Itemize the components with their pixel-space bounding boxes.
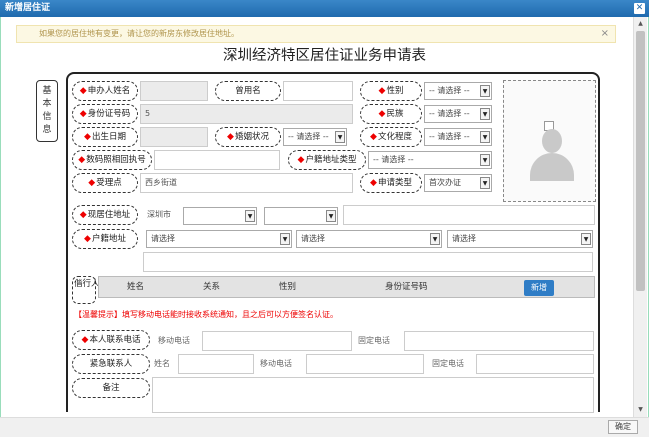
col-relation: 关系 (203, 282, 221, 292)
notice-close-icon[interactable]: × (601, 26, 609, 42)
dialog-footer (0, 417, 649, 437)
birth-date-input[interactable] (140, 127, 208, 147)
photo-receipt-input[interactable] (154, 150, 280, 170)
household-city-select[interactable]: 请选择 ▼ (296, 230, 442, 248)
scroll-thumb[interactable] (636, 31, 645, 291)
cohabitants-table-header: 姓名 关系 性别 身份证号码 (98, 276, 595, 298)
apply-type-label: ◆申请类型 (360, 173, 422, 193)
current-street-select[interactable]: ▼ (264, 207, 338, 225)
former-name-input[interactable] (283, 81, 353, 101)
ok-button[interactable]: 确定 (608, 420, 638, 434)
col-name: 姓名 (127, 282, 145, 292)
photo-receipt-label: ◆数码照相回执号 (72, 150, 152, 170)
cohabitants-label: 偕行人员 (72, 276, 108, 304)
scroll-down-icon[interactable]: ▼ (635, 405, 646, 415)
window-titlebar: 新增居住证 ✕ (0, 0, 649, 17)
avatar-head-icon (542, 129, 562, 153)
form-title: 深圳经济特区居住证业务申请表 (223, 48, 426, 64)
education-label: ◆文化程度 (360, 127, 422, 147)
household-addr-type-label: ◆户籍地址类型 (288, 150, 366, 170)
ethnicity-select[interactable]: -- 请选择 -- ▼ (424, 105, 492, 123)
vertical-scrollbar[interactable]: ▲ ▼ (633, 17, 647, 417)
apply-type-select[interactable]: 首次办证 ▼ (424, 174, 492, 192)
education-select[interactable]: -- 请选择 -- ▼ (424, 128, 492, 146)
col-id-number: 身份证号码 (385, 282, 428, 292)
id-number-input[interactable]: 5 (140, 104, 353, 124)
contact-phone-label: ◆本人联系电话 (72, 330, 150, 350)
notice-text: 如果您的居住地有变更，请让您的新房东修改居住地址。 (39, 29, 239, 38)
contact-mobile-input[interactable] (202, 331, 352, 351)
scroll-up-icon[interactable]: ▲ (635, 19, 646, 29)
contact-mobile-label: 移动电话 (158, 336, 190, 345)
id-number-label: ◆身份证号码 (72, 104, 138, 124)
accept-point-label: ◆受理点 (72, 173, 138, 193)
marital-status-select[interactable]: -- 请选择 -- ▼ (283, 128, 347, 146)
emergency-mobile-input[interactable] (306, 354, 424, 374)
emergency-landline-input[interactable] (476, 354, 594, 374)
emergency-contact-label: 紧急联系人 (72, 354, 150, 374)
current-address-label: ◆现居住地址 (72, 205, 138, 225)
household-addr-type-select[interactable]: -- 请选择 -- ▼ (368, 151, 492, 169)
contact-landline-label: 固定电话 (358, 336, 390, 345)
photo-placeholder[interactable] (503, 80, 596, 202)
remarks-textarea[interactable] (152, 377, 594, 413)
hint-text: 【温馨提示】填写移动电话能时接收系统通知，且之后可以方便签名认证。 (74, 310, 338, 319)
current-district-select[interactable]: ▼ (183, 207, 257, 225)
ethnicity-label: ◆民族 (360, 104, 422, 124)
emergency-name-input[interactable] (178, 354, 254, 374)
current-address-city: 深圳市 (143, 206, 181, 226)
emergency-landline-label: 固定电话 (432, 359, 464, 368)
household-address-label: ◆户籍地址 (72, 229, 138, 249)
notice-banner: 如果您的居住地有变更，请让您的新房东修改居住地址。 × (16, 25, 616, 43)
contact-landline-input[interactable] (404, 331, 594, 351)
household-district-select[interactable]: 请选择 ▼ (447, 230, 593, 248)
current-address-detail-input[interactable] (343, 205, 595, 225)
add-cohabitant-button[interactable]: 新增 (524, 280, 554, 296)
section-label: 基本信息 (36, 80, 58, 142)
gender-label: ◆性别 (360, 81, 422, 101)
avatar-body-icon (530, 153, 574, 181)
household-address-detail-input[interactable] (143, 252, 593, 272)
applicant-name-label: ◆申办人姓名 (72, 81, 138, 101)
emergency-name-label: 姓名 (154, 359, 170, 368)
marital-status-label: ◆婚姻状况 (215, 127, 281, 147)
former-name-label: 曾用名 (215, 81, 281, 101)
close-icon[interactable]: ✕ (634, 3, 645, 14)
remarks-label: 备注 (72, 378, 150, 398)
household-province-select[interactable]: 请选择 ▼ (146, 230, 292, 248)
gender-select[interactable]: -- 请选择 -- ▼ (424, 82, 492, 100)
col-gender: 性别 (279, 282, 297, 292)
accept-point-input[interactable]: 西乡街道 (140, 173, 353, 193)
applicant-name-input[interactable] (140, 81, 208, 101)
birth-date-label: ◆出生日期 (72, 127, 138, 147)
window-title: 新增居住证 (5, 3, 51, 13)
emergency-mobile-label: 移动电话 (260, 359, 292, 368)
